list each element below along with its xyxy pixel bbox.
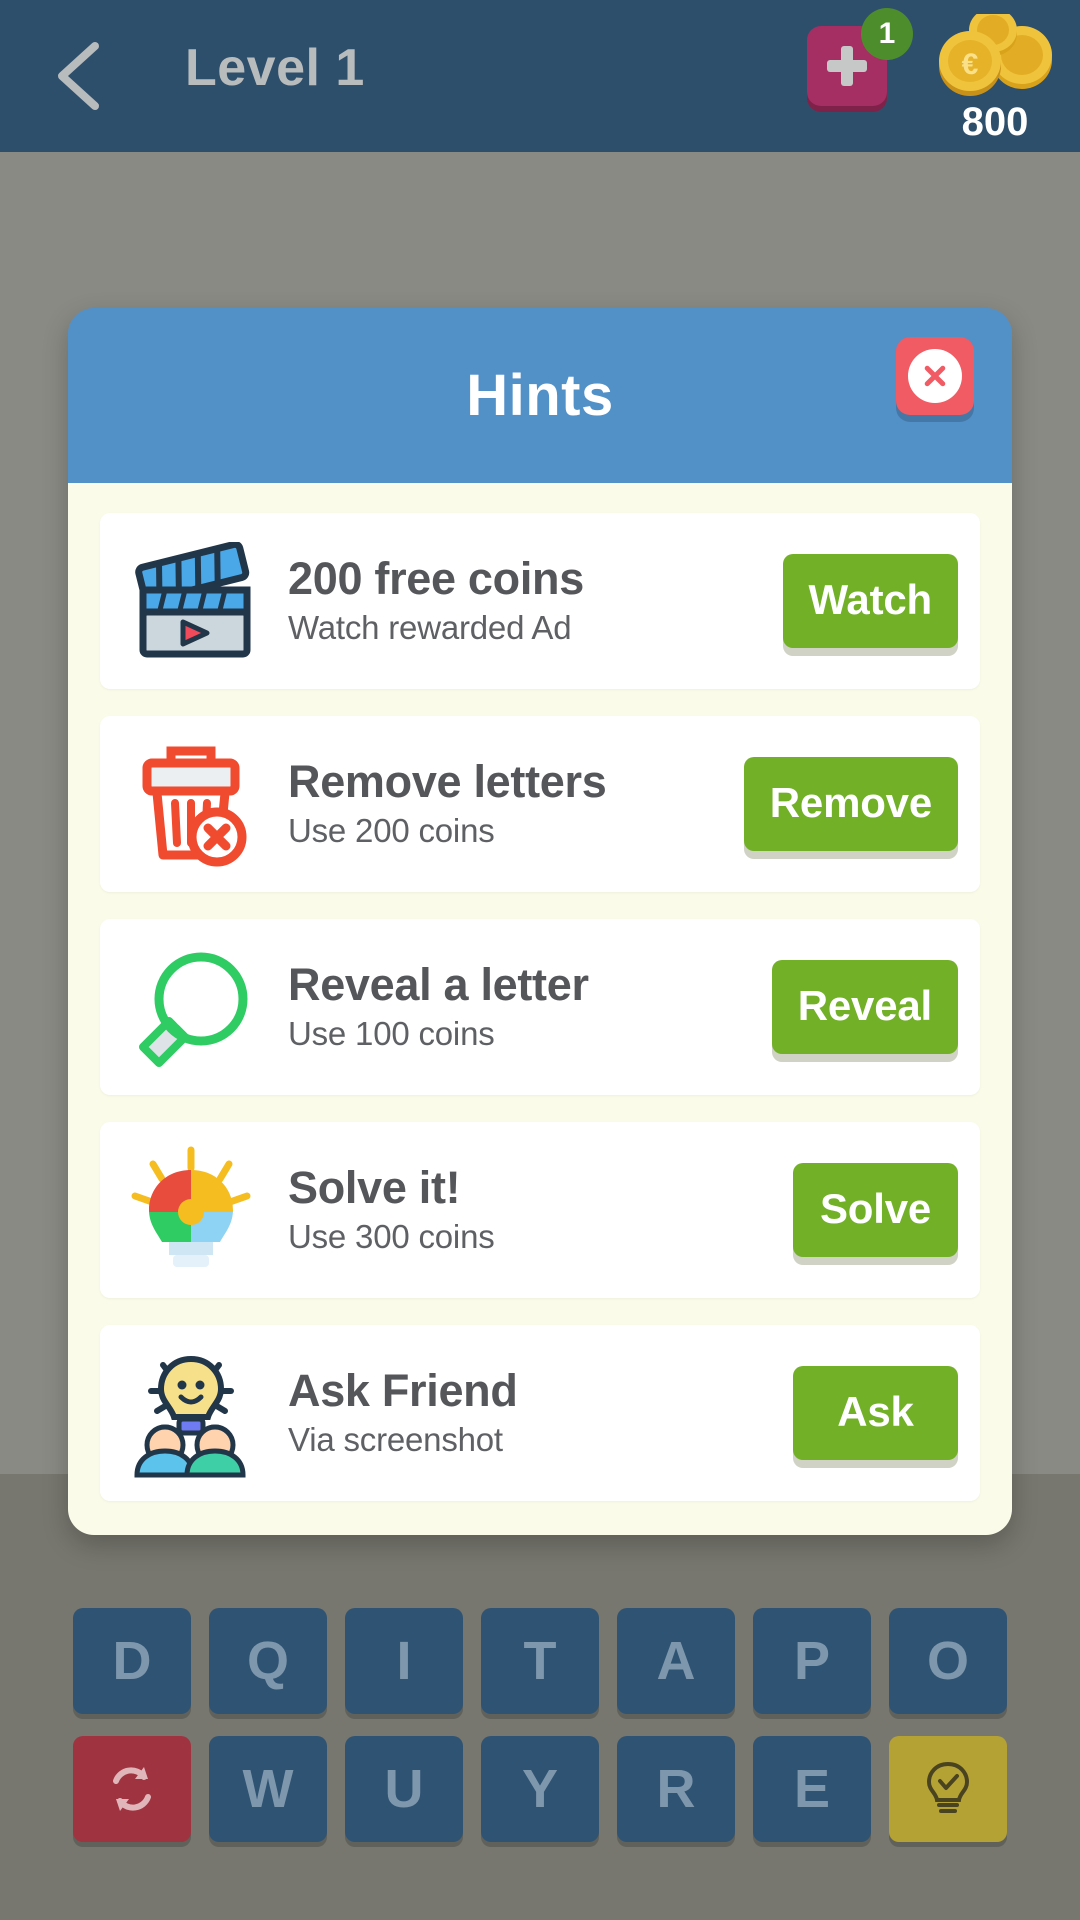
close-icon [908,349,962,403]
hint-bulb-button[interactable] [889,1736,1007,1842]
hint-icon-wrap [116,536,266,666]
key-p[interactable]: P [753,1608,871,1714]
key-u[interactable]: U [345,1736,463,1842]
hint-subtitle: Use 300 coins [288,1218,495,1256]
hints-dialog: Hints 200 free coins Watch rewarded Ad W… [68,308,1012,1535]
friends-lightbulb-icon [134,1355,246,1478]
key-label: A [656,1631,696,1691]
clapperboard-video-icon [135,542,251,658]
key-t[interactable]: T [481,1608,599,1714]
game-screen: Level 1 1 € 800 D Q I T A P O W U Y R E … [0,0,1080,1920]
hint-row-remove-letters[interactable]: Remove letters Use 200 coins Remove [100,716,980,892]
back-button[interactable] [48,40,110,112]
hint-row-free-coins[interactable]: 200 free coins Watch rewarded Ad Watch [100,513,980,689]
keyboard-row-1: D Q I T A P O [0,1608,1080,1714]
hint-title: 200 free coins [288,552,584,604]
key-label: Q [246,1631,289,1691]
hint-row-solve-it[interactable]: Solve it! Use 300 coins Solve [100,1122,980,1298]
key-o[interactable]: O [889,1608,1007,1714]
hint-title: Remove letters [288,755,607,807]
hints-list: 200 free coins Watch rewarded Ad Watch R… [68,483,1012,1535]
letter-keyboard: D Q I T A P O W U Y R E [0,1608,1080,1920]
lightbulb-hint-icon [926,1761,970,1813]
coin-count-label: 800 [961,100,1029,144]
ask-friend-button[interactable]: Ask [793,1366,958,1460]
watch-ad-button[interactable]: Watch [782,554,958,648]
key-d[interactable]: D [73,1608,191,1714]
lightbulb-puzzle-icon [131,1146,251,1267]
hint-title: Ask Friend [288,1364,518,1416]
key-i[interactable]: I [345,1608,463,1714]
key-w[interactable]: W [209,1736,327,1842]
key-label: W [242,1759,294,1819]
key-a[interactable]: A [617,1608,735,1714]
solve-it-button[interactable]: Solve [793,1163,958,1257]
hint-icon-wrap [116,1145,266,1275]
key-label: I [396,1631,412,1691]
hint-row-ask-friend[interactable]: Ask Friend Via screenshot Ask [100,1325,980,1501]
page-title: Level 1 [185,39,365,97]
hint-text-wrap: Reveal a letter Use 100 coins [266,958,772,1054]
hint-text-wrap: 200 free coins Watch rewarded Ad [266,552,783,648]
chevron-left-icon [58,42,99,110]
hint-icon-wrap [116,942,266,1072]
hint-row-reveal-letter[interactable]: Reveal a letter Use 100 coins Reveal [100,919,980,1095]
hint-text-wrap: Remove letters Use 200 coins [266,755,744,851]
top-header-bar: Level 1 1 € 800 [0,0,1080,152]
shuffle-refresh-icon [113,1767,151,1811]
hint-title: Reveal a letter [288,958,589,1010]
key-label: E [793,1759,831,1819]
hint-text-wrap: Ask Friend Via screenshot [266,1364,793,1460]
hint-subtitle: Watch rewarded Ad [288,609,572,647]
key-y[interactable]: Y [481,1736,599,1842]
coin-stack-icon: € [939,8,1052,96]
hint-icon-wrap [116,1348,266,1478]
keyboard-row-2: W U Y R E [0,1736,1080,1842]
close-dialog-button[interactable] [896,337,974,415]
reveal-letter-button[interactable]: Reveal [771,960,958,1054]
key-q[interactable]: Q [209,1608,327,1714]
hint-subtitle: Use 200 coins [288,812,495,850]
key-r[interactable]: R [617,1736,735,1842]
key-label: T [523,1631,557,1691]
hint-icon-wrap [116,739,266,869]
remove-letters-button[interactable]: Remove [743,757,958,851]
key-label: R [656,1759,696,1819]
hints-dialog-title: Hints [466,363,614,428]
shuffle-button[interactable] [73,1736,191,1842]
key-e[interactable]: E [753,1736,871,1842]
magnifier-search-icon [139,952,248,1067]
key-label: Y [521,1759,559,1819]
key-label: D [112,1631,152,1691]
hint-subtitle: Use 100 coins [288,1015,495,1053]
svg-text:€: € [962,48,979,81]
hint-subtitle: Via screenshot [288,1421,503,1459]
plus-icon [825,44,869,88]
hints-dialog-header: Hints [68,308,1012,483]
key-label: P [793,1631,831,1691]
key-label: O [926,1631,969,1691]
coin-balance[interactable]: € 800 [930,8,1060,144]
hint-text-wrap: Solve it! Use 300 coins [266,1161,793,1257]
add-coins-badge: 1 [861,8,913,60]
hint-title: Solve it! [288,1161,461,1213]
trash-remove-icon [142,746,247,867]
key-label: U [384,1759,424,1819]
